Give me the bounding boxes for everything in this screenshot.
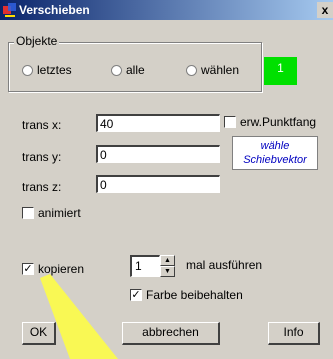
selection-count-indicator: 1 xyxy=(264,57,297,85)
cancel-button[interactable]: abbrechen xyxy=(122,322,220,345)
radio-last-label: letztes xyxy=(37,63,72,77)
radio-last[interactable]: letztes xyxy=(22,63,72,77)
trans-x-label: trans x: xyxy=(22,118,62,132)
spin-down-icon[interactable]: ▼ xyxy=(160,266,175,277)
radio-select-label: wählen xyxy=(201,63,240,77)
trans-x-input[interactable]: 40 xyxy=(96,114,220,132)
objects-group-legend: Objekte xyxy=(14,34,60,48)
checkmark-icon: ✓ xyxy=(22,263,34,275)
keep-color-checkbox[interactable]: ✓ Farbe beibehalten xyxy=(130,288,243,302)
repeat-count-input[interactable]: 1 xyxy=(130,255,160,277)
trans-y-label: trans y: xyxy=(22,150,62,164)
copy-checkbox-label: kopieren xyxy=(38,262,85,276)
select-vector-button[interactable]: wähle Schiebvektor xyxy=(232,136,318,170)
ok-button[interactable]: OK xyxy=(22,322,56,345)
title-bar[interactable]: Verschieben x xyxy=(0,0,333,20)
app-icon xyxy=(3,3,16,17)
repeat-spinner[interactable]: ▲ ▼ xyxy=(160,255,175,277)
trans-z-label: trans z: xyxy=(22,180,62,194)
select-vector-line2: Schiebvektor xyxy=(243,154,307,166)
copy-checkbox[interactable]: ✓ kopieren xyxy=(22,262,84,276)
snap-checkbox-label: erw.Punktfang xyxy=(240,115,317,129)
radio-circle-icon xyxy=(22,64,33,76)
keep-color-label: Farbe beibehalten xyxy=(146,288,243,302)
animate-checkbox[interactable]: animiert xyxy=(22,206,81,220)
move-dialog: Verschieben x Objekte letztes alle wähle… xyxy=(0,0,333,359)
close-button[interactable]: x xyxy=(317,2,333,18)
spin-up-icon[interactable]: ▲ xyxy=(160,255,175,266)
radio-all-label: alle xyxy=(126,63,145,77)
checkbox-box-icon xyxy=(22,207,34,219)
animate-checkbox-label: animiert xyxy=(38,206,81,220)
snap-checkbox[interactable]: erw.Punktfang xyxy=(224,115,316,129)
select-vector-line1: wähle xyxy=(260,140,290,152)
info-button[interactable]: Info xyxy=(268,322,320,345)
radio-circle-icon xyxy=(111,64,122,76)
radio-circle-icon xyxy=(186,64,197,76)
checkbox-box-icon xyxy=(224,116,236,128)
radio-all[interactable]: alle xyxy=(111,63,145,77)
repeat-label: mal ausführen xyxy=(186,258,263,272)
trans-z-input[interactable]: 0 xyxy=(96,175,220,193)
trans-y-input[interactable]: 0 xyxy=(96,145,220,163)
checkmark-icon: ✓ xyxy=(130,289,142,301)
window-title: Verschieben xyxy=(19,3,90,17)
radio-select[interactable]: wählen xyxy=(186,63,239,77)
